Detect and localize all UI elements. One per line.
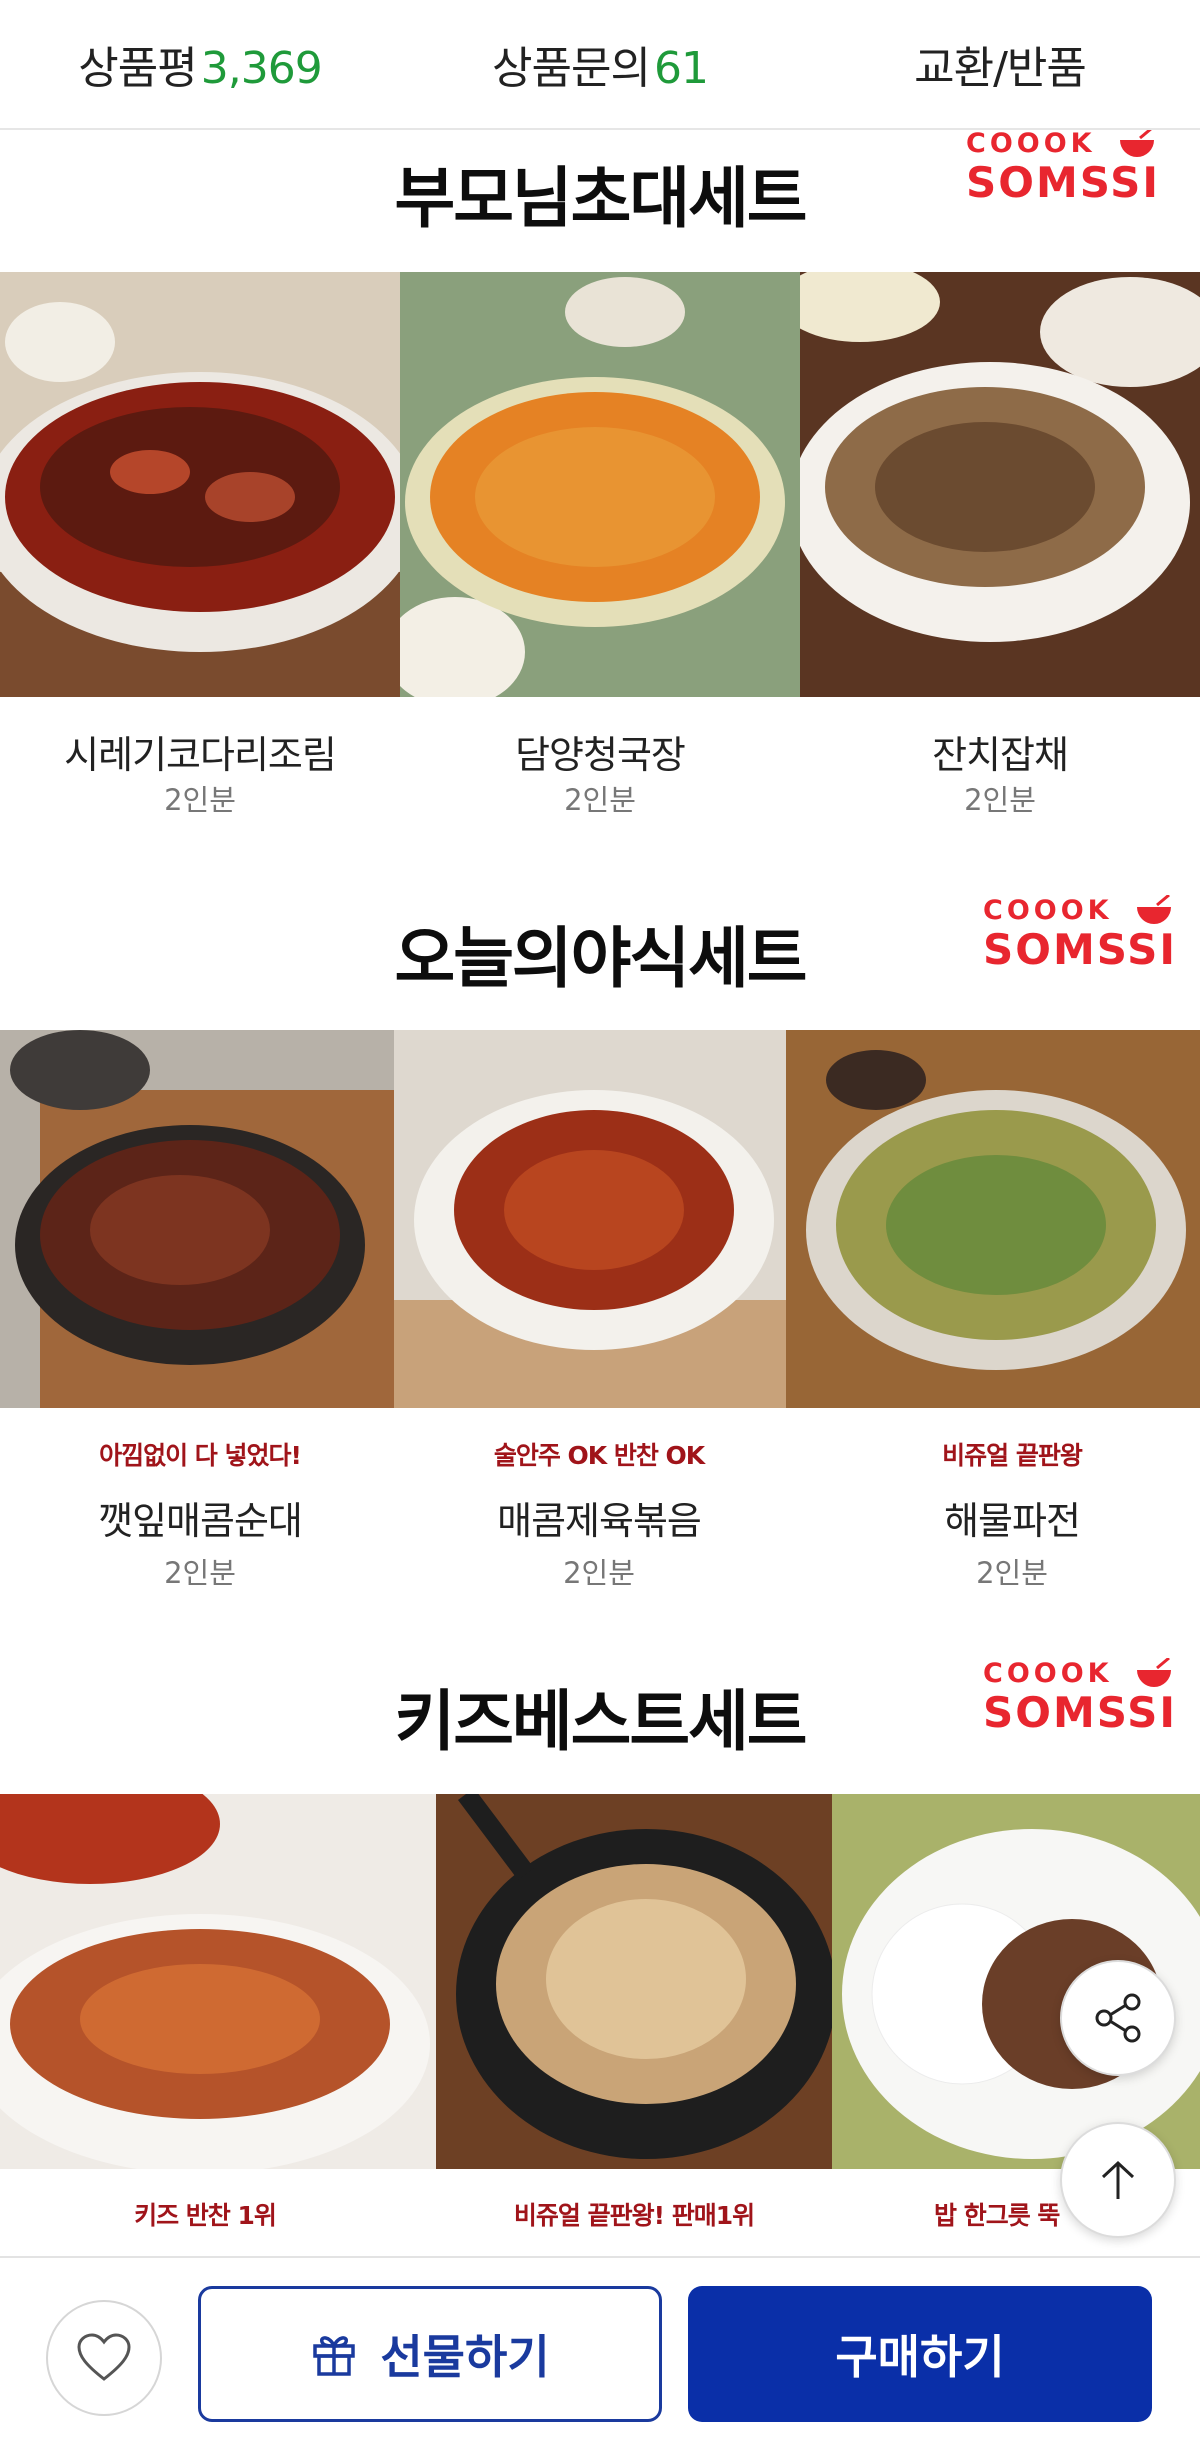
product-photo[interactable] [400, 272, 800, 697]
product-photo[interactable] [0, 1794, 436, 2169]
gift-icon [313, 2336, 356, 2376]
product-tag: 비쥬얼 끝판왕 [942, 1441, 1083, 1470]
product-serving: 2인분 [976, 1556, 1048, 1590]
tab-exchange-label: 교환/반품 [914, 43, 1087, 94]
tab-inquiries-label: 상품문의 [492, 43, 651, 94]
brand-logo-bottom: SOMSSI [983, 1688, 1177, 1737]
braised-fish-image [0, 272, 400, 697]
tab-reviews[interactable]: 상품평3,369 [0, 32, 400, 96]
product-name[interactable]: 잔치잡채 [800, 724, 1200, 779]
tab-reviews-label: 상품평 [78, 43, 197, 94]
product-tag: 아낌없이 다 넣었다! [99, 1441, 302, 1470]
bottom-action-bar: 선물하기 구매하기 [0, 2256, 1200, 2449]
japchae-image [800, 272, 1200, 697]
brand-logo-top: COOOK [966, 128, 1096, 159]
product-serving: 2인분 [164, 783, 236, 817]
share-icon [1095, 1993, 1141, 2043]
bowl-icon [1137, 895, 1171, 924]
tab-exchange-return[interactable]: 교환/반품 [800, 32, 1200, 96]
spicy-pork-image [394, 1030, 786, 1408]
brand-logo-top: COOOK [983, 895, 1113, 926]
brand-logo: COOOK SOMSSI [983, 895, 1175, 975]
product-photo[interactable] [436, 1794, 832, 2169]
product-name[interactable]: 해물파전 [812, 1490, 1200, 1545]
tab-inquiries-count: 61 [653, 43, 709, 94]
heart-icon [77, 2333, 131, 2381]
brand-logo: COOOK SOMSSI [983, 1658, 1175, 1738]
brand-logo-bottom: SOMSSI [983, 925, 1177, 974]
product-serving: 2인분 [164, 1556, 236, 1590]
tab-reviews-count: 3,369 [200, 43, 323, 94]
brand-logo-bottom: SOMSSI [966, 158, 1160, 207]
gift-button-label: 선물하기 [380, 2330, 550, 2384]
product-serving: 2인분 [564, 783, 636, 817]
product-photo[interactable] [394, 1030, 786, 1408]
bowl-icon [1137, 1658, 1171, 1687]
product-tag: 비쥬얼 끝판왕! 판매1위 [513, 2201, 755, 2230]
product-photo[interactable] [786, 1030, 1200, 1408]
kids-stirfry-image [0, 1794, 436, 2169]
soybean-stew-image [400, 272, 800, 697]
product-photo[interactable] [0, 1030, 394, 1408]
product-tag: 키즈 반찬 1위 [134, 2201, 277, 2230]
product-name[interactable]: 담양청국장 [400, 724, 800, 779]
product-name[interactable]: 매콤제육볶음 [394, 1490, 804, 1545]
product-serving: 2인분 [964, 783, 1036, 817]
gift-button[interactable]: 선물하기 [198, 2286, 662, 2422]
product-photo[interactable] [0, 272, 400, 697]
scroll-top-button[interactable] [1060, 2122, 1176, 2238]
wishlist-button[interactable] [46, 2300, 162, 2416]
product-photo[interactable] [800, 272, 1200, 697]
perilla-sundae-image [0, 1030, 394, 1408]
brand-logo-top: COOOK [983, 1658, 1113, 1689]
tab-inquiries[interactable]: 상품문의61 [400, 32, 800, 96]
brand-logo: COOOK SOMSSI [966, 128, 1158, 208]
product-name[interactable]: 시레기코다리조림 [0, 724, 400, 779]
share-button[interactable] [1060, 1960, 1176, 2076]
product-tag: 술안주 OK 반찬 OK [493, 1441, 705, 1470]
buy-button-label: 구매하기 [835, 2330, 1005, 2384]
okonomiyaki-image [436, 1794, 832, 2169]
product-serving: 2인분 [563, 1556, 635, 1590]
arrow-up-icon [1101, 2160, 1135, 2199]
buy-button[interactable]: 구매하기 [688, 2286, 1152, 2422]
bowl-icon [1120, 128, 1154, 157]
product-tab-bar: 상품평3,369 상품문의61 교환/반품 [0, 0, 1200, 130]
product-name[interactable]: 깻잎매콤순대 [0, 1490, 400, 1545]
seafood-pancake-image [786, 1030, 1200, 1408]
